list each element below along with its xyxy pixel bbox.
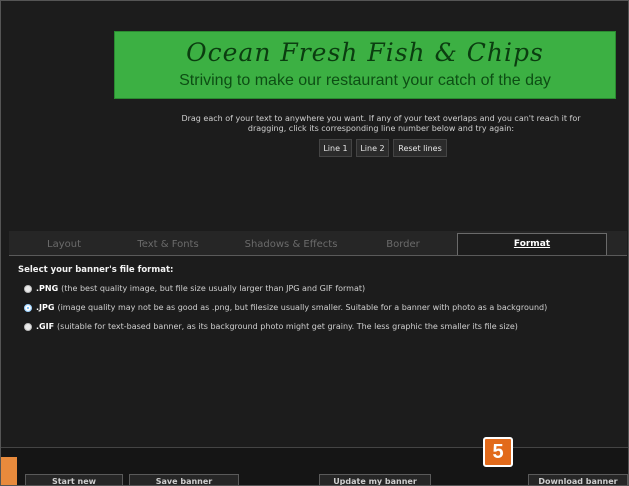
save-banner-button[interactable]: Save banner <box>129 474 239 485</box>
action-bar: Start new Save banner Update my banner D… <box>1 447 628 485</box>
radio-selected-icon[interactable] <box>24 303 32 312</box>
banner-maker-app: Ocean Fresh Fish & Chips Striving to mak… <box>0 0 629 486</box>
radio-icon[interactable] <box>24 322 32 331</box>
start-new-button[interactable]: Start new <box>25 474 123 485</box>
tab-text-fonts[interactable]: Text & Fonts <box>121 235 215 255</box>
option-label: .JPG <box>36 303 55 312</box>
format-option-gif[interactable]: .GIF (suitable for text-based banner, as… <box>24 322 518 331</box>
option-description: (image quality may not be as good as .pn… <box>57 303 548 312</box>
update-banner-button[interactable]: Update my banner <box>319 474 431 485</box>
drag-instructions: Drag each of your text to anywhere you w… <box>181 114 581 133</box>
download-banner-button[interactable]: Download banner <box>528 474 628 485</box>
option-label: .GIF <box>36 322 55 331</box>
settings-tabs: Layout Text & Fonts Shadows & Effects Bo… <box>9 231 627 256</box>
tab-label: Shadows & Effects <box>244 239 338 250</box>
tab-shadows-effects[interactable]: Shadows & Effects <box>235 235 347 255</box>
line-2-button[interactable]: Line 2 <box>356 139 389 157</box>
radio-icon[interactable] <box>24 284 32 293</box>
line-1-button[interactable]: Line 1 <box>319 139 352 157</box>
page-accent-strip <box>1 457 17 485</box>
banner-title-line[interactable]: Ocean Fresh Fish & Chips <box>115 38 615 67</box>
banner-preview[interactable]: Ocean Fresh Fish & Chips Striving to mak… <box>114 31 616 99</box>
option-description: (suitable for text-based banner, as its … <box>57 322 518 331</box>
step-number-badge: 5 <box>483 437 513 467</box>
reset-lines-button[interactable]: Reset lines <box>393 139 447 157</box>
format-section-title: Select your banner's file format: <box>18 265 174 275</box>
tab-layout[interactable]: Layout <box>29 235 99 255</box>
tab-label: Format <box>513 239 551 249</box>
format-option-jpg[interactable]: .JPG (image quality may not be as good a… <box>24 303 547 312</box>
tab-border[interactable]: Border <box>365 235 441 255</box>
tab-label: Border <box>386 239 420 250</box>
option-description: (the best quality image, but file size u… <box>61 284 366 293</box>
format-option-png[interactable]: .PNG (the best quality image, but file s… <box>24 284 365 293</box>
tab-label: Layout <box>47 239 81 250</box>
tab-format[interactable]: Format <box>457 233 607 255</box>
tab-label: Text & Fonts <box>137 239 199 250</box>
option-label: .PNG <box>36 284 59 293</box>
banner-subtitle-line[interactable]: Striving to make our restaurant your cat… <box>115 72 615 90</box>
